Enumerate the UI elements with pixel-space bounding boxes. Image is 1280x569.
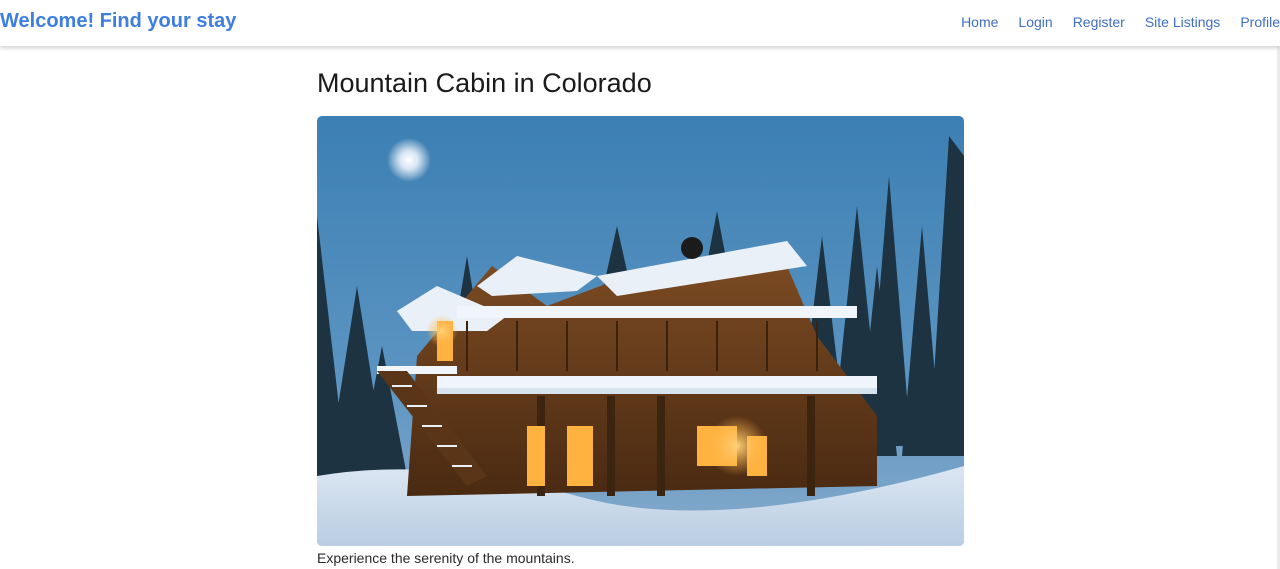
nav-site-listings-link[interactable]: Site Listings [1145,14,1220,30]
navbar: Welcome! Find your stay Home Login Regis… [0,0,1280,46]
nav-register-link[interactable]: Register [1073,14,1125,30]
brand-logo-link[interactable]: Welcome! Find your stay [0,10,236,33]
listing-photo [317,116,964,546]
nav-profile-link[interactable]: Profile [1240,14,1280,30]
nav-home-link[interactable]: Home [961,14,998,30]
listing-title: Mountain Cabin in Colorado [317,68,652,98]
listing-detail: Mountain Cabin in Colorado Experience th… [317,66,964,566]
listing-caption: Experience the serenity of the mountains… [317,550,575,566]
nav-links: Home Login Register Site Listings Profil… [961,14,1280,30]
nav-login-link[interactable]: Login [1018,14,1052,30]
